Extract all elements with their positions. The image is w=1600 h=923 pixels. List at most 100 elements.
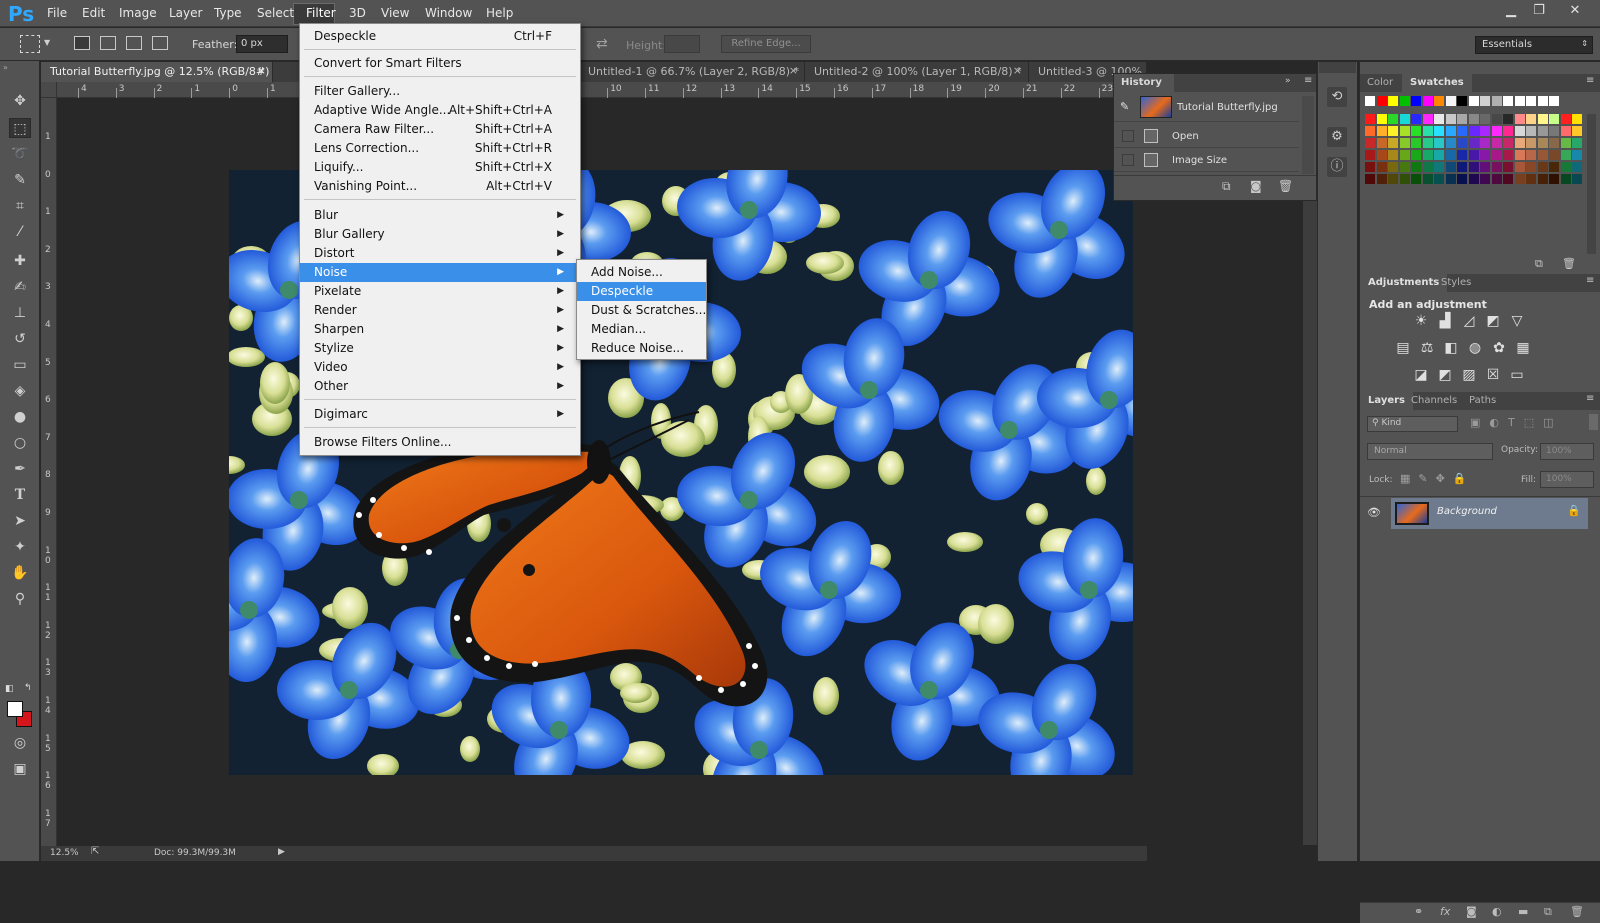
posterize-icon[interactable]: ◩ — [1436, 366, 1454, 384]
screen-mode-icon[interactable]: ▣ — [9, 759, 31, 779]
swatch[interactable] — [1549, 162, 1559, 172]
selective-color-icon[interactable]: ☒ — [1484, 366, 1502, 384]
swatch[interactable] — [1537, 174, 1548, 184]
path-selection-tool-icon[interactable]: ➤ — [9, 511, 31, 531]
swatch[interactable] — [1399, 174, 1410, 184]
swatch[interactable] — [1503, 150, 1513, 160]
swatch[interactable] — [1388, 174, 1398, 184]
swatch[interactable] — [1503, 174, 1513, 184]
swatch[interactable] — [1457, 96, 1467, 106]
swatch[interactable] — [1526, 114, 1536, 124]
swatch[interactable] — [1411, 126, 1421, 136]
noise-item-despeckle[interactable]: Despeckle — [577, 282, 706, 301]
type-tool-icon[interactable]: T — [9, 485, 31, 505]
collapse-toolbar-icon[interactable]: » — [3, 63, 8, 72]
noise-item-median[interactable]: Median... — [577, 320, 706, 339]
swatch[interactable] — [1526, 126, 1536, 136]
swatch[interactable] — [1388, 96, 1398, 106]
filter-menu-item[interactable]: Despeckle Ctrl+F — [300, 27, 580, 46]
history-brush-tool-icon[interactable]: ↺ — [9, 329, 31, 349]
marquee-tool-preset-icon[interactable] — [20, 35, 40, 53]
panel-menu-icon[interactable]: ≡ — [1586, 275, 1594, 286]
filter-submenu-stylize[interactable]: Stylize ▶ — [300, 339, 580, 358]
fx-icon[interactable]: fx — [1440, 905, 1450, 918]
tab-styles[interactable]: Styles — [1441, 277, 1471, 288]
swatch[interactable] — [1491, 174, 1502, 184]
swatch[interactable] — [1468, 126, 1479, 136]
layer-comps-icon[interactable]: ⚙ — [1327, 127, 1347, 147]
swatch[interactable] — [1422, 174, 1433, 184]
swatch[interactable] — [1572, 114, 1582, 124]
swatch[interactable] — [1411, 114, 1421, 124]
swatch[interactable] — [1376, 114, 1387, 124]
minimize-icon[interactable]: ▁ — [1499, 3, 1523, 21]
swatch[interactable] — [1445, 126, 1456, 136]
history-brush-source-icon[interactable]: ✎ — [1120, 100, 1129, 113]
swatch[interactable] — [1480, 138, 1490, 148]
filter-submenu-sharpen[interactable]: Sharpen ▶ — [300, 320, 580, 339]
swatch[interactable] — [1514, 162, 1525, 172]
filter-submenu-pixelate[interactable]: Pixelate ▶ — [300, 282, 580, 301]
blend-mode-select[interactable]: Normal — [1367, 443, 1493, 460]
subtract-from-selection-icon[interactable] — [126, 36, 142, 50]
swatch[interactable] — [1411, 138, 1421, 148]
swatch[interactable] — [1537, 138, 1548, 148]
filter-submenu-noise[interactable]: Noise ▶ — [300, 263, 580, 282]
tab-close-icon[interactable]: × — [257, 64, 266, 77]
swatch[interactable] — [1560, 162, 1571, 172]
swatch[interactable] — [1376, 150, 1387, 160]
rectangular-marquee-tool-icon[interactable]: ⬚ — [9, 118, 31, 138]
swatch[interactable] — [1491, 96, 1502, 106]
new-layer-icon[interactable]: ⧉ — [1544, 905, 1552, 919]
panel-menu-icon[interactable]: ≡ — [1586, 75, 1594, 86]
swatch[interactable] — [1480, 162, 1490, 172]
swatch[interactable] — [1572, 126, 1582, 136]
filter-submenu-distort[interactable]: Distort ▶ — [300, 244, 580, 263]
add-to-selection-icon[interactable] — [100, 36, 116, 50]
swatch[interactable] — [1434, 150, 1444, 160]
swatch[interactable] — [1549, 150, 1559, 160]
menu-3d[interactable]: 3D — [349, 6, 366, 20]
swatch[interactable] — [1422, 126, 1433, 136]
swatch[interactable] — [1572, 150, 1582, 160]
swatch[interactable] — [1526, 138, 1536, 148]
swatch[interactable] — [1365, 174, 1375, 184]
color-balance-icon[interactable]: ⚖ — [1418, 339, 1436, 357]
tab-color[interactable]: Color — [1367, 77, 1393, 88]
opacity-input[interactable]: 100% — [1540, 443, 1594, 460]
menu-layer[interactable]: Layer — [169, 6, 202, 20]
swatch[interactable] — [1537, 114, 1548, 124]
new-selection-icon[interactable] — [74, 36, 90, 50]
filter-submenu-other[interactable]: Other ▶ — [300, 377, 580, 396]
swatch[interactable] — [1388, 138, 1398, 148]
filter-submenu-video[interactable]: Video ▶ — [300, 358, 580, 377]
swatch[interactable] — [1468, 96, 1479, 106]
filter-submenu-digimarc[interactable]: Digimarc ▶ — [300, 405, 580, 424]
swatch[interactable] — [1445, 96, 1456, 106]
swatch[interactable] — [1388, 114, 1398, 124]
history-scrollbar[interactable] — [1302, 96, 1314, 174]
swatch[interactable] — [1422, 114, 1433, 124]
swatch[interactable] — [1468, 162, 1479, 172]
zoom-level[interactable]: 12.5% — [50, 848, 79, 858]
layer-row[interactable]: Background 🔒 — [1391, 498, 1588, 529]
swatch[interactable] — [1503, 96, 1513, 106]
filter-menu-item[interactable]: Adaptive Wide Angle... Alt+Shift+Ctrl+A — [300, 101, 580, 120]
menu-window[interactable]: Window — [425, 6, 472, 20]
new-group-icon[interactable]: ▬ — [1518, 905, 1528, 918]
noise-item-dust-scratches[interactable]: Dust & Scratches... — [577, 301, 706, 320]
swatch[interactable] — [1537, 96, 1548, 106]
menu-image[interactable]: Image — [119, 6, 157, 20]
noise-item-reduce-noise[interactable]: Reduce Noise... — [577, 339, 706, 358]
swatch[interactable] — [1434, 114, 1444, 124]
trash-icon[interactable]: 🗑 — [1278, 179, 1293, 193]
swatch[interactable] — [1376, 138, 1387, 148]
swatch[interactable] — [1468, 150, 1479, 160]
black-white-icon[interactable]: ◧ — [1442, 339, 1460, 357]
swatch[interactable] — [1457, 138, 1467, 148]
add-mask-icon[interactable]: ◙ — [1466, 905, 1477, 918]
swatch[interactable] — [1445, 150, 1456, 160]
swatch[interactable] — [1468, 114, 1479, 124]
history-step[interactable]: Open — [1114, 124, 1299, 148]
swatch[interactable] — [1434, 162, 1444, 172]
